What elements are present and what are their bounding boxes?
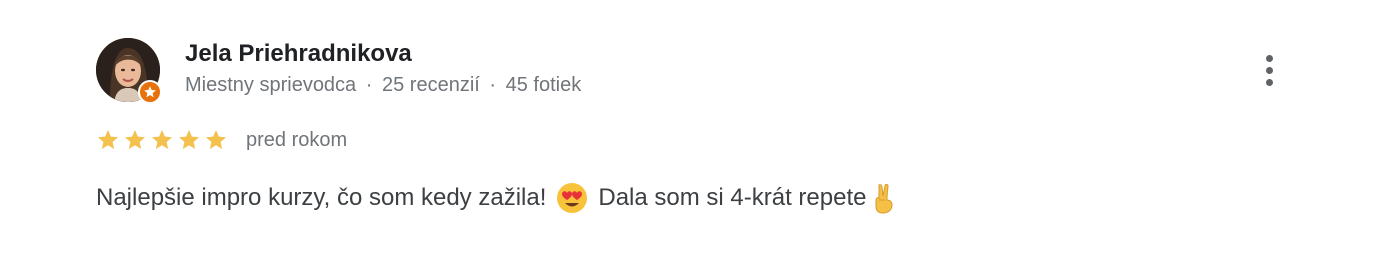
meta-separator: ·: [365, 74, 373, 96]
star-rating: [96, 128, 228, 152]
reviewer-avatar[interactable]: [96, 38, 162, 104]
more-options-button[interactable]: [1252, 50, 1286, 90]
local-guide-label: Miestny sprievodca: [185, 74, 357, 96]
star-icon: [125, 130, 145, 149]
reviewer-meta[interactable]: Miestny sprievodca · 25 recenzií · 45 fo…: [185, 74, 581, 97]
more-vert-icon: [1265, 54, 1273, 62]
review-card: Jela Priehradnikova Miestny sprievodca ·…: [0, 0, 1389, 260]
meta-separator: ·: [489, 74, 497, 96]
reviews-count: 25 recenzií: [381, 74, 480, 96]
star-icon: [98, 130, 118, 149]
review-text-part2: Dala som si 4-krát repete: [598, 184, 867, 211]
review-date: pred rokom: [246, 128, 348, 151]
review-text: Najlepšie impro kurzy, čo som kedy zažil…: [96, 182, 900, 214]
local-guide-star-icon: [138, 80, 162, 104]
star-icon: [179, 130, 199, 149]
star-icon: [152, 130, 172, 149]
photos-count: 45 fotiek: [505, 74, 582, 96]
review-text-part1: Najlepšie impro kurzy, čo som kedy zažil…: [96, 184, 547, 211]
rating-row: pred rokom: [96, 126, 347, 154]
heart-eyes-emoji-icon: [557, 183, 588, 213]
star-icon: [206, 130, 226, 149]
reviewer-name[interactable]: Jela Priehradnikova: [185, 40, 412, 68]
victory-hand-emoji-icon: [875, 184, 893, 214]
